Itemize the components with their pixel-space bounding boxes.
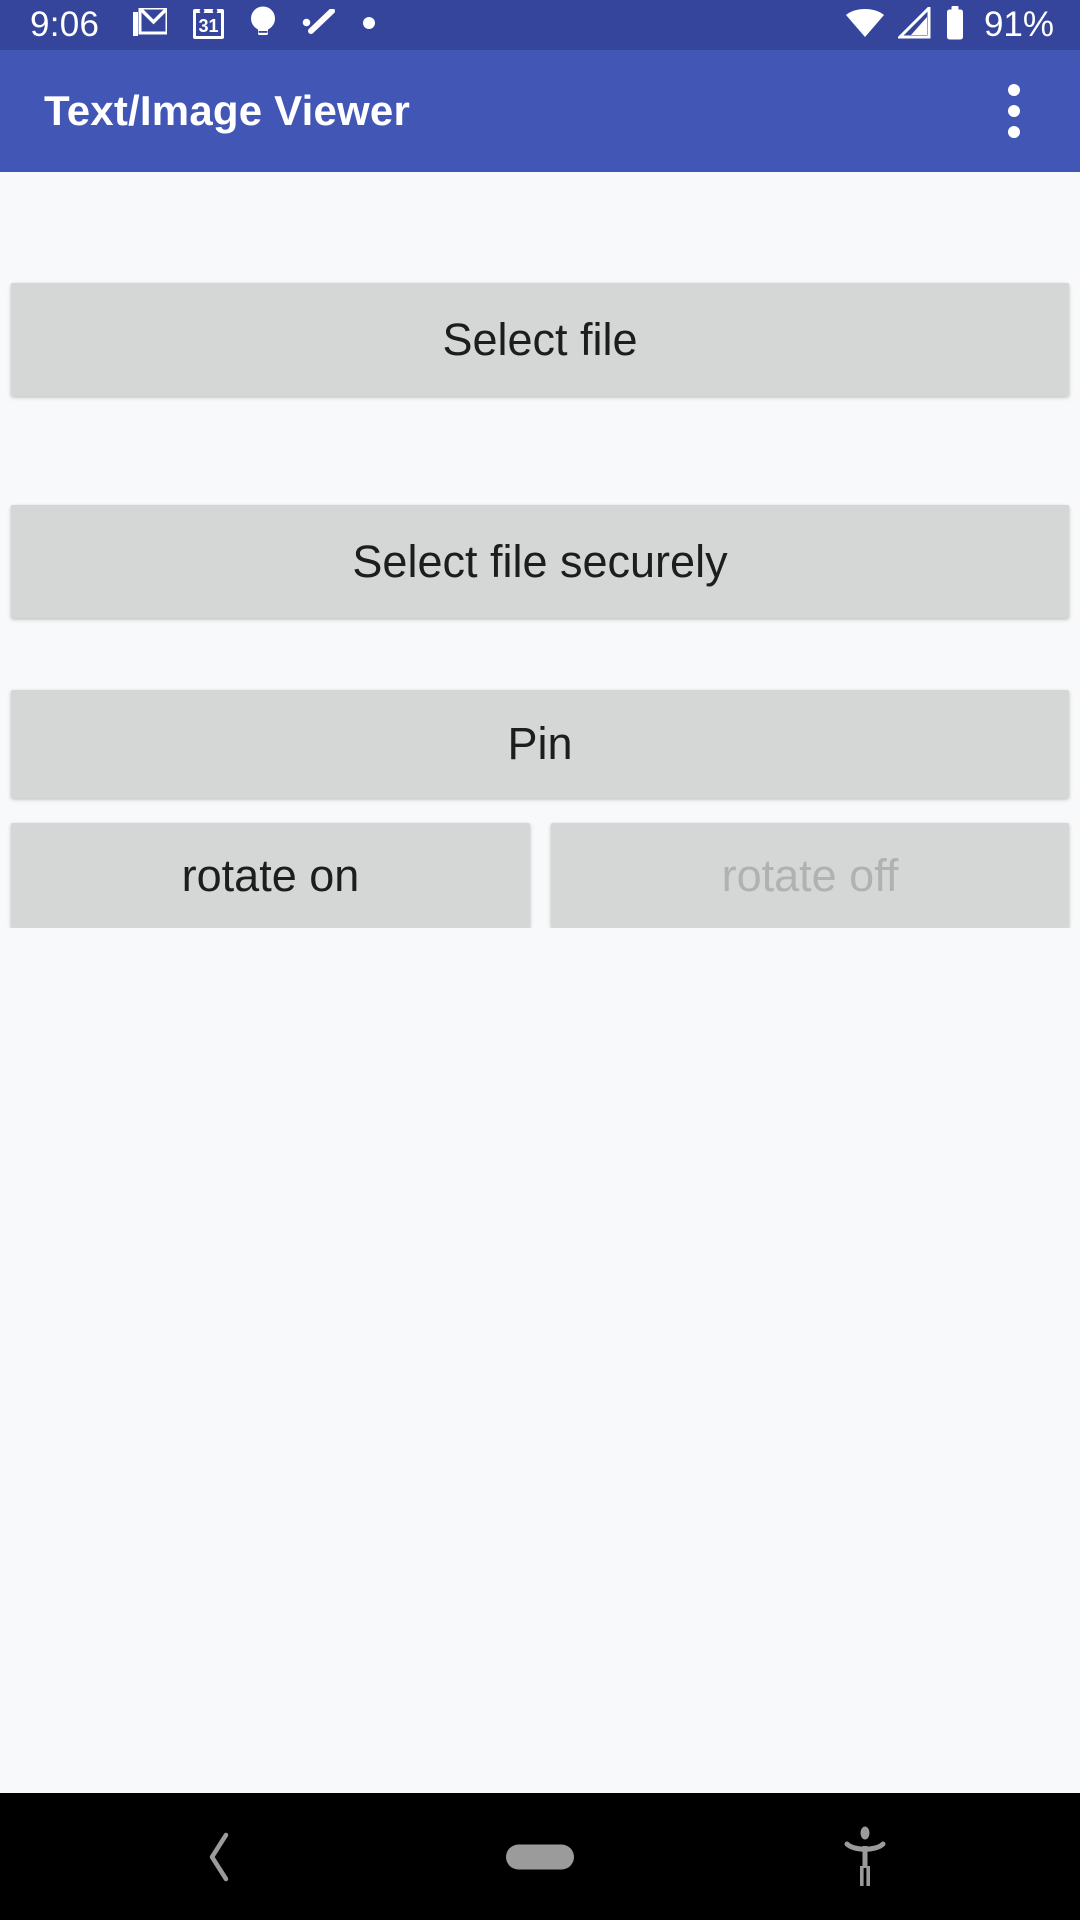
- back-icon[interactable]: [185, 1821, 257, 1893]
- google-keep-icon: [250, 6, 276, 44]
- rotate-button-row: rotate on rotate off: [0, 823, 1080, 928]
- rotate-off-button: rotate off: [551, 823, 1069, 928]
- rotate-on-button[interactable]: rotate on: [11, 823, 530, 928]
- app-bar: Text/Image Viewer: [0, 50, 1080, 172]
- svg-text:31: 31: [199, 16, 219, 36]
- status-bar: 9:06 31 91%: [0, 0, 1080, 50]
- google-tasks-icon: [302, 7, 336, 42]
- wifi-icon: [845, 7, 885, 44]
- status-bar-system-icons: 91%: [845, 0, 1054, 50]
- overflow-dot-1: [1008, 84, 1020, 96]
- page-title: Text/Image Viewer: [44, 87, 411, 134]
- pin-button[interactable]: Pin: [11, 690, 1069, 798]
- cell-signal-icon: [896, 3, 932, 44]
- main-content: Select file Select file securely Pin rot…: [0, 172, 1080, 1793]
- overflow-menu-icon[interactable]: [984, 71, 1044, 151]
- select-file-button[interactable]: Select file: [11, 283, 1069, 396]
- battery-percent-label: 91%: [983, 5, 1054, 44]
- select-file-securely-button[interactable]: Select file securely: [11, 505, 1069, 618]
- overflow-dot-3: [1008, 126, 1020, 138]
- accessibility-icon[interactable]: [829, 1821, 901, 1893]
- battery-icon: [945, 5, 965, 45]
- status-bar-clock: 9:06: [30, 5, 100, 44]
- home-pill-icon[interactable]: [506, 1844, 574, 1869]
- overflow-dot-2: [1008, 105, 1020, 117]
- system-navigation-bar: [0, 1793, 1080, 1920]
- status-bar-notification-icons: 31: [133, 6, 376, 44]
- gmail-icon: [133, 6, 169, 43]
- calendar-icon: 31: [193, 6, 225, 44]
- more-notifications-dot-icon: [362, 16, 376, 35]
- phone-screen: 9:06 31 91% Text/Image Viewer Select fil…: [0, 0, 1080, 1920]
- file-viewer-area[interactable]: [0, 928, 1080, 1793]
